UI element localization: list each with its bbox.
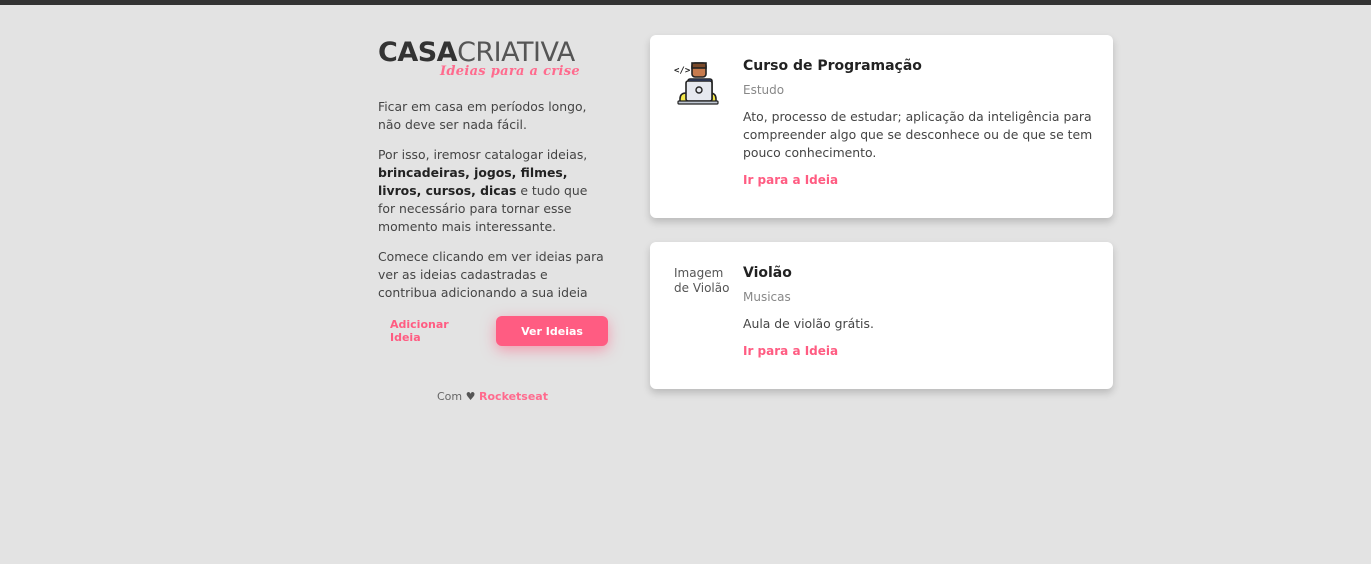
- go-to-idea-link[interactable]: Ir para a Ideia: [743, 173, 838, 187]
- idea-description: Ato, processo de estudar; aplicação da i…: [743, 109, 1093, 160]
- idea-title: Curso de Programação: [743, 58, 922, 74]
- action-buttons: Adicionar Ideia Ver Ideias: [378, 316, 608, 346]
- idea-card: Imagem de Violão Violão Musicas Aula de …: [650, 242, 1113, 389]
- view-ideas-button[interactable]: Ver Ideias: [496, 316, 608, 346]
- intro-paragraph-3: Comece clicando em ver ideias para ver a…: [378, 249, 604, 300]
- top-bar: [0, 0, 1371, 5]
- intro-text: Ficar em casa em períodos longo, não dev…: [378, 98, 608, 302]
- add-idea-button[interactable]: Adicionar Ideia: [390, 318, 483, 344]
- intro-paragraph-1: Ficar em casa em períodos longo, não dev…: [378, 99, 587, 132]
- footer: Com ♥ Rocketseat: [437, 390, 548, 403]
- intro-paragraph-2: Por isso, iremosr catalogar ideias, brin…: [378, 147, 588, 234]
- idea-description: Aula de violão grátis.: [743, 316, 874, 331]
- heart-icon: ♥: [465, 390, 476, 403]
- go-to-idea-link[interactable]: Ir para a Ideia: [743, 344, 838, 358]
- idea-card: </> Curso de Programação Estudo Ato, pro…: [650, 35, 1113, 218]
- logo-tagline: Ideias para a crise: [440, 64, 580, 79]
- idea-category: Estudo: [743, 83, 785, 97]
- broken-image-icon: Imagem de Violão: [674, 266, 730, 295]
- idea-card-body: Violão Musicas Aula de violão grátis. Ir…: [743, 265, 1093, 359]
- rocketseat-link[interactable]: Rocketseat: [479, 390, 548, 403]
- svg-text:</>: </>: [674, 66, 691, 76]
- logo[interactable]: CASACRIATIVA Ideias para a crise: [378, 38, 608, 84]
- sidebar: CASACRIATIVA Ideias para a crise Ficar e…: [378, 38, 608, 346]
- idea-card-body: Curso de Programação Estudo Ato, process…: [743, 58, 1093, 188]
- programmer-icon: </>: [674, 59, 722, 107]
- idea-title: Violão: [743, 265, 792, 281]
- idea-category: Musicas: [743, 290, 791, 304]
